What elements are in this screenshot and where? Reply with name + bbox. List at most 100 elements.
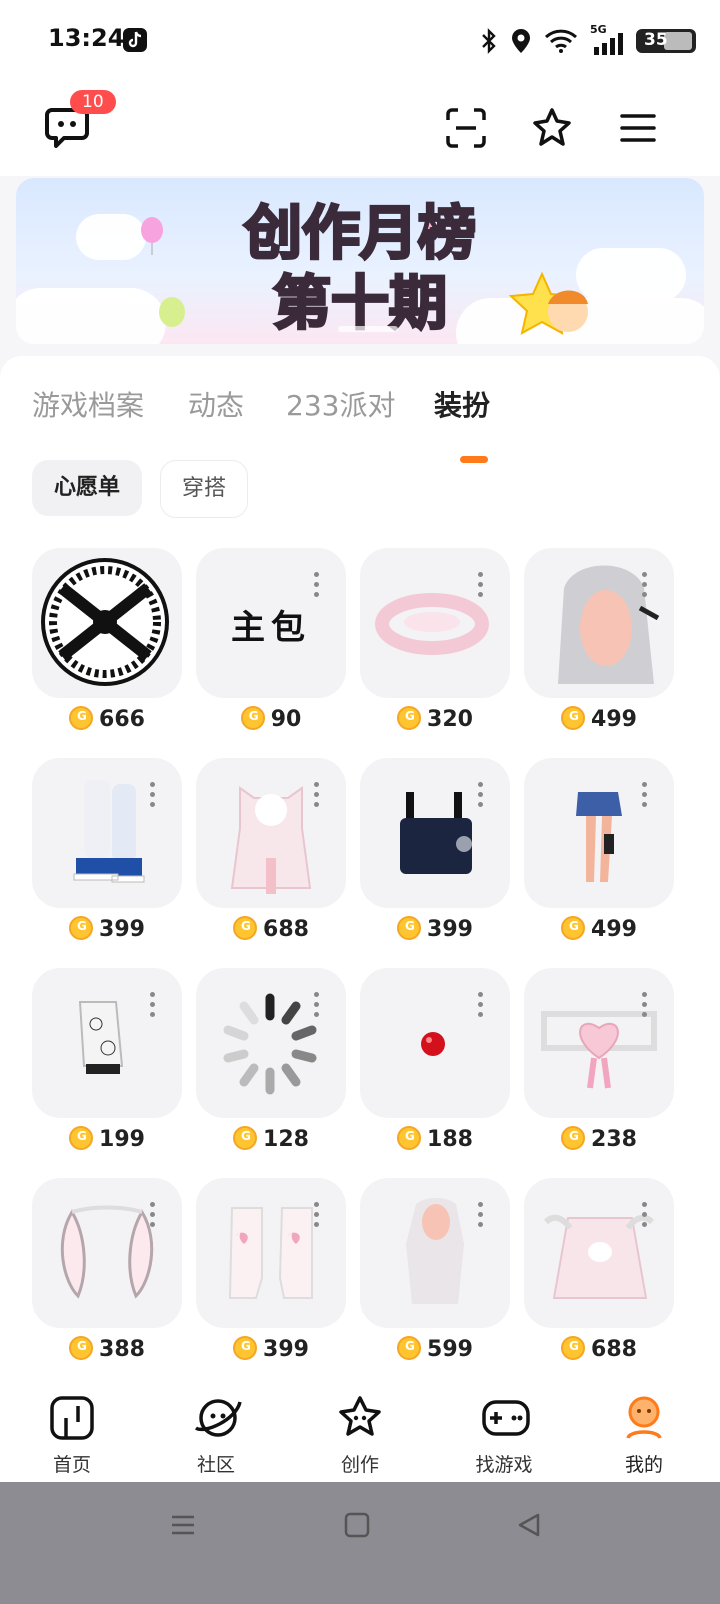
item-thumbnail	[524, 968, 674, 1118]
price-value: 599	[427, 1337, 473, 1362]
more-options-icon[interactable]	[478, 782, 484, 812]
item-thumbnail	[360, 758, 510, 908]
coin-icon	[397, 916, 422, 940]
item-price: 128	[196, 1126, 346, 1152]
item-price: 188	[360, 1126, 510, 1152]
nav-home[interactable]: 首页	[12, 1386, 132, 1482]
recents-menu-icon[interactable]	[170, 1512, 196, 1538]
item-thumbnail	[524, 548, 674, 698]
more-options-icon[interactable]	[642, 782, 648, 812]
filter-outfits[interactable]: 穿搭	[160, 460, 248, 518]
item-price: 399	[32, 916, 182, 942]
item-card[interactable]: 688	[524, 1178, 674, 1378]
nav-find-games[interactable]: 找游戏	[444, 1386, 564, 1482]
favorites-button[interactable]	[530, 106, 574, 150]
item-card[interactable]: 主包 90	[196, 548, 346, 748]
more-options-icon[interactable]	[478, 992, 484, 1022]
item-card[interactable]: 199	[32, 968, 182, 1168]
nav-profile[interactable]: 我的	[584, 1386, 704, 1482]
loading-spinner-icon	[223, 993, 317, 1095]
item-card[interactable]: 399	[196, 1178, 346, 1378]
item-card[interactable]: 499	[524, 548, 674, 748]
nav-create-label: 创作	[340, 1454, 379, 1476]
item-card[interactable]: 499	[524, 758, 674, 958]
tab-233-party[interactable]: 233派对	[286, 384, 395, 424]
coin-icon	[233, 1126, 258, 1150]
filter-wishlist[interactable]: 心愿单	[32, 460, 142, 516]
more-options-icon[interactable]	[314, 1202, 320, 1232]
profile-tabs: 游戏档案 动态 233派对 装扮	[0, 376, 720, 463]
item-card[interactable]: 666	[32, 548, 182, 748]
coin-icon	[69, 1336, 94, 1360]
item-price: 688	[524, 1336, 674, 1362]
item-thumbnail	[360, 548, 510, 698]
promo-banner[interactable]: 创作月榜 第十期	[16, 178, 704, 344]
system-navigation-bar	[0, 1482, 720, 1604]
item-card[interactable]: 599	[360, 1178, 510, 1378]
tab-dressup[interactable]: 装扮	[434, 384, 490, 424]
scan-button[interactable]	[444, 106, 488, 150]
more-options-icon[interactable]	[478, 1202, 484, 1232]
more-options-icon[interactable]	[150, 1202, 156, 1232]
coin-icon	[69, 706, 94, 730]
mascot-star-icon	[508, 271, 588, 335]
item-price: 499	[524, 706, 674, 732]
item-card[interactable]: 399	[32, 758, 182, 958]
profile-panel: 游戏档案 动态 233派对 装扮 心愿单 穿搭 666 主包 9	[0, 356, 720, 1386]
coin-icon	[397, 1336, 422, 1360]
tiktok-icon	[123, 28, 147, 52]
location-icon	[512, 29, 530, 53]
battery-icon: 35	[636, 29, 696, 53]
star-outline-icon	[533, 108, 571, 146]
coin-icon	[561, 1336, 586, 1360]
item-price: 688	[196, 916, 346, 942]
tab-game-archive[interactable]: 游戏档案	[32, 384, 144, 424]
item-price: 399	[360, 916, 510, 942]
item-thumbnail-text: 主包	[231, 608, 311, 648]
item-card[interactable]: 388	[32, 1178, 182, 1378]
more-options-icon[interactable]	[150, 782, 156, 812]
item-card[interactable]: 128	[196, 968, 346, 1168]
item-price: 666	[32, 706, 182, 732]
home-square-icon[interactable]	[344, 1512, 370, 1538]
more-options-icon[interactable]	[642, 572, 648, 602]
nav-home-label: 首页	[52, 1454, 91, 1476]
active-tab-indicator	[460, 456, 488, 463]
nav-community[interactable]: 社区	[156, 1386, 276, 1482]
item-price: 399	[196, 1336, 346, 1362]
item-price: 599	[360, 1336, 510, 1362]
item-card[interactable]: 238	[524, 968, 674, 1168]
more-options-icon[interactable]	[642, 992, 648, 1022]
more-options-icon[interactable]	[478, 572, 484, 602]
price-value: 90	[270, 707, 302, 732]
coin-icon	[561, 706, 586, 730]
tab-activity[interactable]: 动态	[188, 384, 244, 424]
more-options-icon[interactable]	[150, 992, 156, 1022]
price-value: 238	[591, 1127, 637, 1152]
coin-icon	[397, 1126, 422, 1150]
item-card[interactable]: 688	[196, 758, 346, 958]
more-options-icon[interactable]	[314, 992, 320, 1022]
item-thumbnail	[524, 758, 674, 908]
more-options-icon[interactable]	[314, 572, 320, 602]
price-value: 688	[591, 1337, 637, 1362]
item-price: 90	[196, 706, 346, 732]
item-price: 320	[360, 706, 510, 732]
item-card[interactable]: 399	[360, 758, 510, 958]
menu-button[interactable]	[616, 106, 660, 150]
item-price: 238	[524, 1126, 674, 1152]
nav-create[interactable]: 创作	[300, 1386, 420, 1482]
back-triangle-icon[interactable]	[516, 1512, 542, 1538]
item-card[interactable]: 188	[360, 968, 510, 1168]
coin-icon	[240, 706, 265, 730]
more-options-icon[interactable]	[642, 1202, 648, 1232]
item-thumbnail: 主包	[196, 548, 346, 698]
coin-icon	[233, 916, 258, 940]
home-icon	[50, 1396, 94, 1440]
price-value: 199	[99, 1127, 145, 1152]
item-price: 499	[524, 916, 674, 942]
more-options-icon[interactable]	[314, 782, 320, 812]
item-card[interactable]: 320	[360, 548, 510, 748]
price-value: 399	[99, 917, 145, 942]
item-thumbnail	[196, 1178, 346, 1328]
